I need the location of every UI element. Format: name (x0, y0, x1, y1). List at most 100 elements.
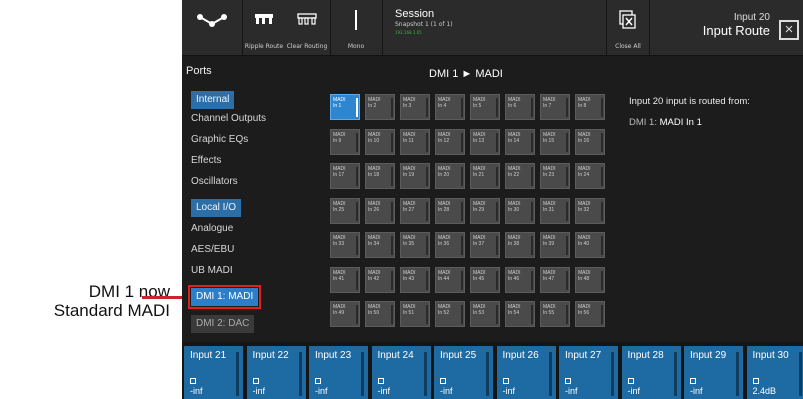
port-item[interactable]: DMI 2: DAC (191, 315, 255, 333)
madi-input-cell[interactable]: MADI In 27 (400, 197, 430, 224)
mono-button[interactable]: Mono (331, 0, 381, 56)
madi-input-cell[interactable]: MADI In 40 (575, 232, 605, 258)
madi-input-cell[interactable]: MADI In 42 (365, 266, 395, 293)
input-meter (236, 352, 239, 396)
session-info[interactable]: Session Snapshot 1 (1 of 1) 192.168.1.65 (395, 8, 453, 35)
madi-input-cell[interactable]: MADI In 52 (435, 301, 465, 327)
madi-input-cell[interactable]: MADI In 30 (505, 197, 535, 224)
input-meter (548, 352, 552, 396)
madi-input-cell[interactable]: MADI In 45 (470, 266, 500, 293)
madi-input-cell[interactable]: MADI In 41 (330, 266, 360, 293)
port-item[interactable]: AES/EBU (191, 243, 234, 257)
madi-input-cell[interactable]: MADI In 18 (365, 163, 395, 189)
madi-input-cell[interactable]: MADI In 38 (505, 232, 535, 258)
madi-input-cell[interactable]: MADI In 3 (400, 94, 430, 120)
madi-input-cell[interactable]: MADI In 20 (435, 163, 465, 189)
close-icon[interactable]: × (779, 20, 799, 40)
madi-input-cell[interactable]: MADI In 13 (470, 128, 500, 155)
input-status-icon (377, 378, 384, 384)
input-channel-tile[interactable]: Input 22 -inf (246, 346, 306, 399)
madi-input-cell[interactable]: MADI In 36 (435, 232, 465, 258)
session-snapshot: Snapshot 1 (1 of 1) (395, 21, 453, 28)
madi-input-cell[interactable]: MADI In 6 (505, 94, 535, 120)
madi-input-cell[interactable]: MADI In 50 (365, 301, 395, 327)
input-channel-tile[interactable]: Input 26 -inf (496, 346, 556, 399)
input-meter (673, 352, 677, 396)
madi-input-cell[interactable]: MADI In 54 (505, 301, 535, 327)
port-item[interactable]: Internal (191, 91, 235, 109)
input-status-icon (565, 378, 571, 384)
madi-input-cell[interactable]: MADI In 19 (400, 163, 430, 189)
input-status-icon (502, 378, 509, 384)
madi-input-cell[interactable]: MADI In 8 (575, 94, 605, 120)
madi-input-cell[interactable]: MADI In 4 (435, 94, 465, 120)
madi-input-cell[interactable]: MADI In 56 (575, 301, 605, 327)
network-button[interactable] (182, 0, 242, 56)
port-item[interactable]: Local I/O (191, 199, 242, 217)
madi-input-cell[interactable]: MADI In 1 (330, 94, 360, 120)
port-item[interactable]: Analogue (191, 222, 233, 236)
madi-input-cell[interactable]: MADI In 37 (470, 232, 500, 258)
madi-input-cell[interactable]: MADI In 15 (540, 128, 570, 155)
madi-input-cell[interactable]: MADI In 24 (575, 163, 605, 189)
madi-input-cell[interactable]: MADI In 17 (330, 163, 360, 189)
input-channel-tile[interactable]: Input 27 -inf (559, 346, 618, 399)
madi-input-cell[interactable]: MADI In 22 (505, 163, 535, 189)
input-channel-tile[interactable]: Input 23 -inf (309, 346, 368, 399)
madi-input-cell[interactable]: MADI In 29 (470, 197, 500, 224)
madi-input-cell[interactable]: MADI In 51 (400, 301, 430, 327)
madi-input-cell[interactable]: MADI In 26 (365, 197, 395, 224)
input-channel-tile[interactable]: Input 21 -inf (184, 346, 243, 399)
madi-input-cell[interactable]: MADI In 35 (400, 232, 430, 258)
madi-input-cell[interactable]: MADI In 34 (365, 232, 395, 258)
madi-input-cell[interactable]: MADI In 28 (435, 197, 465, 224)
input-channel-tile[interactable]: Input 24 -inf (371, 346, 431, 399)
madi-input-cell[interactable]: MADI In 39 (540, 232, 570, 258)
port-item[interactable]: DMI 1: MADI (187, 285, 262, 309)
annotation-pointer (142, 296, 182, 299)
madi-input-cell[interactable]: MADI In 31 (540, 197, 570, 224)
routing-source: DMI 1: MADI In 1 (629, 116, 789, 129)
input-level-value: -inf (252, 386, 266, 396)
route-input-name: Input 20 (733, 12, 770, 23)
clear-routing-button[interactable]: Clear Routing (285, 0, 329, 56)
input-channel-tile[interactable]: Input 25 -inf (434, 346, 493, 399)
madi-input-cell[interactable]: MADI In 32 (575, 197, 605, 224)
madi-input-cell[interactable]: MADI In 9 (330, 128, 360, 155)
mono-icon (355, 10, 357, 30)
madi-input-cell[interactable]: MADI In 55 (540, 301, 570, 327)
madi-input-cell[interactable]: MADI In 23 (540, 163, 570, 189)
madi-input-cell[interactable]: MADI In 33 (330, 232, 360, 258)
madi-input-cell[interactable]: MADI In 7 (540, 94, 570, 120)
input-level-value: -inf (690, 386, 703, 396)
madi-input-cell[interactable]: MADI In 53 (470, 301, 500, 327)
madi-input-cell[interactable]: MADI In 14 (505, 128, 535, 155)
input-channel-tile[interactable]: Input 28 -inf (621, 346, 681, 399)
input-channel-tile[interactable]: Input 29 -inf (684, 346, 743, 399)
madi-input-cell[interactable]: MADI In 10 (365, 128, 395, 155)
madi-input-cell[interactable]: MADI In 43 (400, 266, 430, 293)
madi-input-cell[interactable]: MADI In 48 (575, 266, 605, 293)
port-item[interactable]: Channel Outputs (191, 112, 266, 126)
madi-input-cell[interactable]: MADI In 16 (575, 128, 605, 155)
ripple-route-button[interactable]: Ripple Route (243, 0, 285, 56)
madi-input-cell[interactable]: MADI In 47 (540, 266, 570, 293)
input-level-value: -inf (565, 386, 578, 396)
madi-input-cell[interactable]: MADI In 46 (505, 266, 535, 293)
port-item[interactable]: Oscillators (191, 175, 238, 189)
input-status-icon (315, 378, 321, 384)
madi-input-cell[interactable]: MADI In 44 (435, 266, 465, 293)
port-item[interactable]: Effects (191, 154, 221, 168)
madi-input-cell[interactable]: MADI In 11 (400, 128, 430, 155)
madi-input-cell[interactable]: MADI In 12 (435, 128, 465, 155)
madi-input-cell[interactable]: MADI In 2 (365, 94, 395, 120)
port-item[interactable]: UB MADI (191, 264, 233, 278)
madi-input-cell[interactable]: MADI In 5 (470, 94, 500, 120)
madi-input-cell[interactable]: MADI In 25 (330, 197, 360, 224)
port-item[interactable]: Graphic EQs (191, 133, 248, 147)
input-status-icon (190, 378, 196, 384)
close-all-button[interactable]: Close All (607, 0, 649, 56)
madi-input-cell[interactable]: MADI In 49 (330, 301, 360, 327)
madi-input-cell[interactable]: MADI In 21 (470, 163, 500, 189)
input-channel-tile[interactable]: Input 30 2.4dB (746, 346, 803, 399)
